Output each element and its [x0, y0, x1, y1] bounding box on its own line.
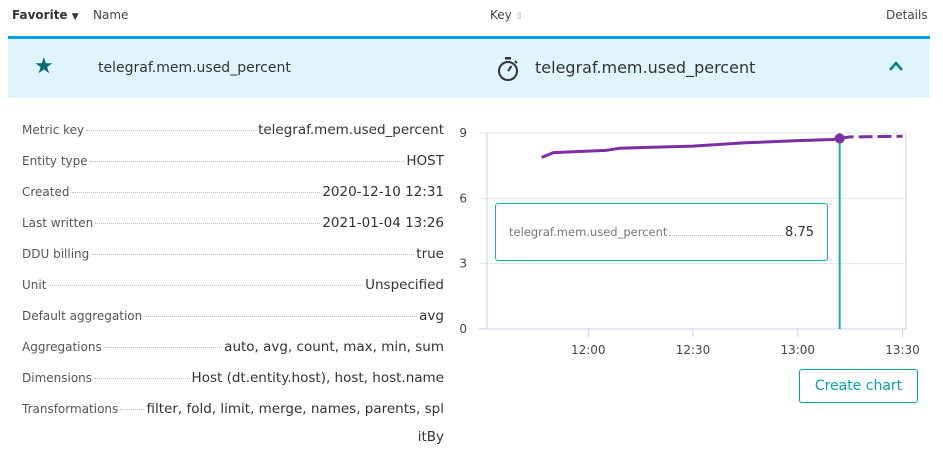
property-label: Last written	[22, 216, 94, 230]
dotted-leader	[94, 378, 190, 379]
x-tick-label: 12:00	[571, 343, 606, 357]
stopwatch-icon	[496, 56, 520, 86]
property-row: Default aggregation avg	[22, 308, 444, 339]
property-value: HOST	[406, 153, 444, 169]
property-label: Aggregations	[22, 340, 102, 354]
property-value-wrap: itBy	[417, 429, 444, 445]
property-value: auto, avg, count, max, min, sum	[224, 339, 444, 355]
property-value: Host (dt.entity.host), host, host.name	[191, 370, 444, 386]
chevron-up-icon[interactable]	[888, 57, 904, 76]
property-row: Aggregations auto, avg, count, max, min, …	[22, 339, 444, 370]
property-row: Unit Unspecified	[22, 277, 444, 308]
y-tick-label: 0	[459, 322, 467, 336]
dotted-leader	[86, 130, 257, 131]
cursor-point	[834, 133, 845, 144]
sort-desc-icon: ▼	[71, 12, 79, 22]
x-tick-label: 12:30	[676, 343, 711, 357]
property-value: telegraf.mem.used_percent	[258, 122, 444, 138]
dotted-leader	[95, 223, 321, 224]
property-label: Default aggregation	[22, 309, 143, 323]
property-row: Metric key telegraf.mem.used_percent	[22, 122, 444, 153]
table-header: Favorite ▼ Name Key ⇕ Details	[0, 0, 943, 36]
property-label: Unit	[22, 278, 47, 292]
property-row: Last written 2021-01-04 13:26	[22, 215, 444, 246]
metric-name: telegraf.mem.used_percent	[98, 60, 291, 76]
property-row: Created 2020-12-10 12:31	[22, 184, 444, 215]
dotted-leader	[120, 409, 145, 410]
dotted-leader	[71, 192, 321, 193]
property-row: DDU billing true	[22, 246, 444, 277]
property-row: Dimensions Host (dt.entity.host), host, h…	[22, 370, 444, 401]
property-row: Transformations filter, fold, limit, merg…	[22, 401, 444, 432]
chart-tooltip: telegraf.mem.used_percent 8.75	[495, 203, 828, 261]
favorite-star-icon[interactable]: ★	[34, 54, 54, 79]
tooltip-series: telegraf.mem.used_percent	[509, 225, 668, 239]
table-row-selected[interactable]: ★ telegraf.mem.used_percent telegraf.mem…	[8, 36, 930, 98]
series-line-dashed	[839, 134, 903, 140]
metric-properties: Metric key telegraf.mem.used_percent Entit…	[22, 122, 444, 445]
y-tick-label: 6	[459, 191, 467, 205]
x-tick-label: 13:30	[885, 343, 920, 357]
tooltip-value: 8.75	[785, 224, 814, 240]
property-label: Metric key	[22, 123, 85, 137]
property-row: Entity type HOST	[22, 153, 444, 184]
key-column-header[interactable]: Key ⇕	[490, 8, 523, 22]
property-value: true	[416, 246, 444, 262]
property-label: Entity type	[22, 154, 88, 168]
y-tick-label: 9	[459, 126, 467, 140]
dotted-leader	[103, 347, 223, 348]
dotted-leader	[669, 234, 784, 236]
property-value: filter, fold, limit, merge, names, paren…	[146, 401, 444, 417]
property-label: Transformations	[22, 402, 119, 416]
create-chart-button[interactable]: Create chart	[799, 369, 918, 403]
property-value: 2021-01-04 13:26	[322, 215, 444, 231]
property-label: DDU billing	[22, 247, 90, 261]
dotted-leader	[144, 316, 418, 317]
dotted-leader	[91, 254, 415, 255]
y-tick-label: 3	[459, 257, 467, 271]
favorite-column-header[interactable]: Favorite ▼	[12, 8, 79, 22]
details-column-header: Details	[886, 8, 928, 22]
x-tick-label: 13:00	[780, 343, 815, 357]
property-label: Created	[22, 185, 70, 199]
metric-key: telegraf.mem.used_percent	[535, 58, 756, 77]
dotted-leader	[89, 161, 405, 162]
property-value: 2020-12-10 12:31	[322, 184, 444, 200]
dotted-leader	[48, 285, 364, 286]
property-label: Dimensions	[22, 371, 93, 385]
sort-icon: ⇕	[515, 12, 524, 22]
property-value: Unspecified	[365, 277, 444, 293]
property-value: avg	[419, 308, 444, 324]
series-line	[541, 136, 842, 159]
name-column-header[interactable]: Name	[93, 8, 128, 22]
